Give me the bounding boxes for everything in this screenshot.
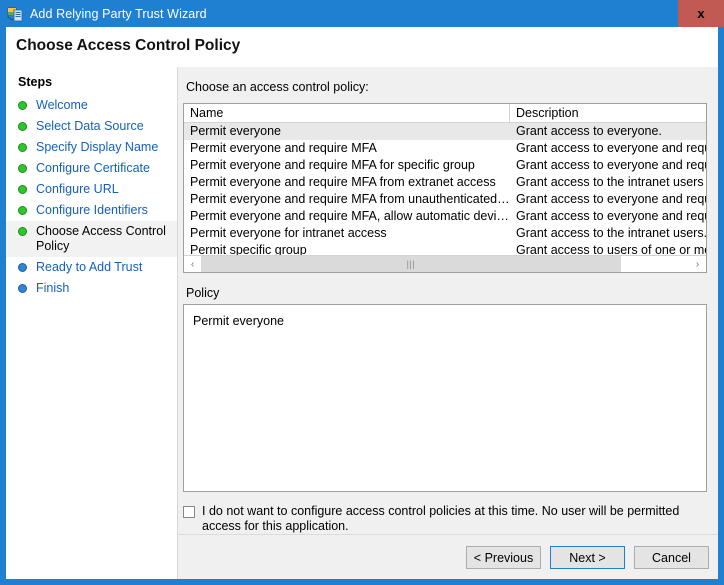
sidebar-step-label: Configure URL bbox=[36, 182, 119, 196]
sidebar-step-3[interactable]: Configure Certificate bbox=[6, 158, 177, 179]
sidebar-step-0[interactable]: Welcome bbox=[6, 95, 177, 116]
scrollbar-thumb[interactable]: ||| bbox=[201, 256, 621, 272]
footer-buttons: < Previous Next > Cancel bbox=[466, 546, 709, 569]
policy-name-cell: Permit everyone and require MFA from una… bbox=[190, 192, 510, 206]
list-caption: Choose an access control policy: bbox=[186, 80, 369, 94]
previous-button[interactable]: < Previous bbox=[466, 546, 541, 569]
sidebar-step-label: Welcome bbox=[36, 98, 88, 112]
policy-name-cell: Permit everyone and require MFA, allow a… bbox=[190, 209, 510, 223]
sidebar-step-label: Configure Certificate bbox=[36, 161, 150, 175]
step-bullet-icon bbox=[18, 101, 27, 110]
policy-description-cell: Grant access to everyone and require M bbox=[516, 158, 706, 172]
sidebar-step-label: Specify Display Name bbox=[36, 140, 159, 154]
steps-sidebar: Steps Welcome Select Data Source Specify D… bbox=[6, 67, 178, 579]
skip-policy-checkbox-label: I do not want to configure access contro… bbox=[202, 504, 680, 533]
table-row[interactable]: Permit everyone and require MFA from una… bbox=[184, 191, 706, 208]
cancel-button[interactable]: Cancel bbox=[634, 546, 709, 569]
column-header-description[interactable]: Description bbox=[510, 104, 706, 122]
steps-list: Welcome Select Data Source Specify Display… bbox=[6, 95, 177, 299]
list-header: Name Description bbox=[184, 104, 706, 123]
policy-description-cell: Grant access to everyone and require M bbox=[516, 192, 706, 206]
policy-description-cell: Grant access to the intranet users. bbox=[516, 226, 706, 240]
policy-name-cell: Permit everyone and require MFA from ext… bbox=[190, 175, 496, 189]
sidebar-step-label: Select Data Source bbox=[36, 119, 144, 133]
page-title: Choose Access Control Policy bbox=[16, 37, 241, 54]
policy-description-cell: Grant access to the intranet users and r… bbox=[516, 175, 706, 189]
adfs-shield-icon bbox=[7, 6, 23, 22]
page-header: Choose Access Control Policy bbox=[6, 27, 718, 67]
policy-name-cell: Permit everyone and require MFA for spec… bbox=[190, 158, 475, 172]
sidebar-step-label: Configure Identifiers bbox=[36, 203, 148, 217]
wizard-window: Add Relying Party Trust Wizard x Choose … bbox=[0, 0, 724, 585]
skip-policy-checkbox[interactable] bbox=[183, 506, 195, 518]
next-button[interactable]: Next > bbox=[550, 546, 625, 569]
sidebar-step-7[interactable]: Ready to Add Trust bbox=[6, 257, 177, 278]
policy-description-cell: Grant access to everyone and require M bbox=[516, 209, 706, 223]
window-title: Add Relying Party Trust Wizard bbox=[30, 6, 207, 21]
step-bullet-icon bbox=[18, 164, 27, 173]
footer-bar: < Previous Next > Cancel bbox=[178, 534, 718, 579]
step-bullet-icon bbox=[18, 227, 27, 236]
steps-heading: Steps bbox=[18, 75, 53, 89]
sidebar-step-5[interactable]: Configure Identifiers bbox=[6, 200, 177, 221]
table-row[interactable]: Permit everyone and require MFA Grant acc… bbox=[184, 140, 706, 157]
step-bullet-icon bbox=[18, 206, 27, 215]
table-row[interactable]: Permit everyone and require MFA, allow a… bbox=[184, 208, 706, 225]
sidebar-step-6[interactable]: Choose Access Control Policy bbox=[6, 221, 177, 257]
table-row[interactable]: Permit everyone and require MFA for spec… bbox=[184, 157, 706, 174]
policy-preview-text: Permit everyone bbox=[193, 314, 285, 328]
step-bullet-icon bbox=[18, 263, 27, 272]
title-bar: Add Relying Party Trust Wizard x bbox=[0, 0, 724, 27]
table-row[interactable]: Permit everyone and require MFA from ext… bbox=[184, 174, 706, 191]
policy-preview-box: Permit everyone bbox=[183, 304, 707, 492]
step-bullet-icon bbox=[18, 284, 27, 293]
sidebar-step-label: Ready to Add Trust bbox=[36, 260, 143, 274]
access-control-policy-list[interactable]: Name Description Permit everyone Grant ac… bbox=[183, 103, 707, 273]
list-rows: Permit everyone Grant access to everyone.… bbox=[184, 123, 706, 259]
sidebar-step-4[interactable]: Configure URL bbox=[6, 179, 177, 200]
sidebar-step-label: Choose Access Control Policy bbox=[36, 224, 166, 253]
policy-description-cell: Grant access to everyone. bbox=[516, 124, 662, 138]
close-button[interactable]: x bbox=[678, 0, 724, 27]
scrollbar-track[interactable]: ||| bbox=[201, 256, 689, 272]
scrollbar-grip-icon: ||| bbox=[406, 259, 416, 269]
policy-label: Policy bbox=[186, 286, 220, 300]
skip-policy-checkbox-row[interactable]: I do not want to configure access contro… bbox=[183, 504, 707, 534]
policy-name-cell: Permit everyone for intranet access bbox=[190, 226, 387, 240]
table-row[interactable]: Permit everyone Grant access to everyone. bbox=[184, 123, 706, 140]
policy-name-cell: Permit everyone and require MFA bbox=[190, 141, 377, 155]
scroll-right-arrow-icon[interactable]: › bbox=[689, 256, 706, 272]
sidebar-step-8[interactable]: Finish bbox=[6, 278, 177, 299]
scroll-left-arrow-icon[interactable]: ‹ bbox=[184, 256, 201, 272]
column-header-name[interactable]: Name bbox=[184, 104, 510, 122]
sidebar-step-label: Finish bbox=[36, 281, 70, 295]
step-bullet-icon bbox=[18, 143, 27, 152]
body-area: Steps Welcome Select Data Source Specify D… bbox=[6, 67, 718, 579]
step-bullet-icon bbox=[18, 185, 27, 194]
table-row[interactable]: Permit everyone for intranet access Grant… bbox=[184, 225, 706, 242]
horizontal-scrollbar[interactable]: ‹ ||| › bbox=[184, 255, 706, 272]
policy-name-cell: Permit everyone bbox=[190, 124, 282, 138]
content-panel: Choose an access control policy: Name De… bbox=[178, 67, 718, 579]
sidebar-step-2[interactable]: Specify Display Name bbox=[6, 137, 177, 158]
policy-description-cell: Grant access to everyone and require M bbox=[516, 141, 706, 155]
sidebar-step-1[interactable]: Select Data Source bbox=[6, 116, 177, 137]
step-bullet-icon bbox=[18, 122, 27, 131]
